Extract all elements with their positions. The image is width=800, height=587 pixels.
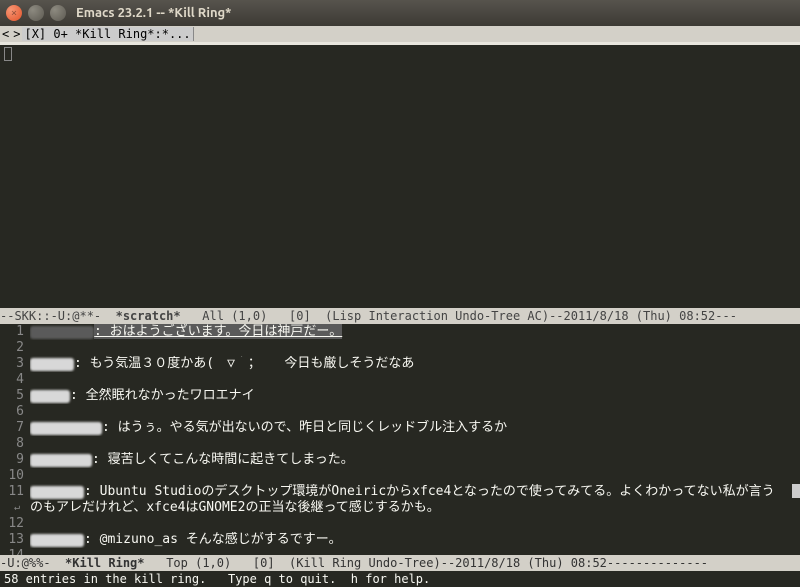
- redacted-username: .: [30, 486, 84, 499]
- line-content: [30, 404, 800, 420]
- line-number: 5: [0, 388, 24, 404]
- line-content: .: もう気温３０度かあ( ▽｀； 今日も厳しそうだなあ: [30, 356, 800, 372]
- kill-ring-modeline[interactable]: -U:@%%- *Kill Ring* Top (1,0) [0] (Kill …: [0, 555, 800, 571]
- kill-ring-line[interactable]: 11.: Ubuntu Studioのデスクトップ環境がOneiricからxfc…: [0, 484, 800, 500]
- line-number: 11: [0, 484, 24, 500]
- maximize-icon[interactable]: [50, 5, 66, 21]
- line-text: : はうぅ。やる気が出ないので、昨日と同じくレッドブル注入するか: [102, 420, 507, 435]
- kill-ring-line[interactable]: 6: [0, 404, 800, 420]
- wrap-indicator: [792, 484, 800, 498]
- line-number: 7: [0, 420, 24, 436]
- redacted-username: .: [30, 390, 70, 403]
- minimize-icon[interactable]: [28, 5, 44, 21]
- redacted-username: .: [30, 358, 74, 371]
- line-content: .: @mizuno_as そんな感じがするですー。: [30, 532, 800, 548]
- titlebar: × Emacs 23.2.1 -- *Kill Ring*: [0, 0, 800, 26]
- line-content: [30, 468, 800, 484]
- line-number: 2: [0, 340, 24, 356]
- line-text: のもアレだけれど、xfce4はGNOME2の正当な後継って感じするかも。: [30, 500, 440, 515]
- line-number: 8: [0, 436, 24, 452]
- line-content: のもアレだけれど、xfce4はGNOME2の正当な後継って感じするかも。: [30, 500, 800, 516]
- kill-ring-line[interactable]: ↵ のもアレだけれど、xfce4はGNOME2の正当な後継って感じするかも。: [0, 500, 800, 516]
- tab-bar[interactable]: <>[X] 0+ *Kill Ring*:*...: [0, 26, 800, 42]
- kill-ring-line[interactable]: 12: [0, 516, 800, 532]
- kill-ring-line[interactable]: 10: [0, 468, 800, 484]
- close-icon[interactable]: ×: [6, 5, 22, 21]
- redacted-username: .: [30, 326, 94, 339]
- kill-ring-line[interactable]: 1.: おはようございます。今日は神戸だー。: [0, 324, 800, 340]
- redacted-username: .: [30, 422, 102, 435]
- scratch-modeline[interactable]: --SKK::-U:@**- *scratch* All (1,0) [0] (…: [0, 308, 800, 324]
- line-number: 9: [0, 452, 24, 468]
- line-content: .: 寝苦しくてこんな時間に起きてしまった。: [30, 452, 800, 468]
- kill-ring-line[interactable]: 7.: はうぅ。やる気が出ないので、昨日と同じくレッドブル注入するか: [0, 420, 800, 436]
- text-cursor: [4, 47, 12, 61]
- kill-ring-line[interactable]: 9.: 寝苦しくてこんな時間に起きてしまった。: [0, 452, 800, 468]
- tab-next-arrow[interactable]: >: [11, 27, 22, 41]
- redacted-username: .: [30, 534, 84, 547]
- line-number: 1: [0, 324, 24, 340]
- continuation-icon: ↵: [14, 500, 20, 516]
- kill-ring-buffer[interactable]: 1.: おはようございます。今日は神戸だー。23.: もう気温３０度かあ( ▽｀…: [0, 324, 800, 555]
- line-number: 3: [0, 356, 24, 372]
- kill-ring-line[interactable]: 14: [0, 548, 800, 555]
- line-number: 6: [0, 404, 24, 420]
- tab-kill-ring[interactable]: [X] 0+ *Kill Ring*:*...: [22, 27, 193, 41]
- line-content: [30, 340, 800, 356]
- echo-area: 58 entries in the kill ring. Type q to q…: [0, 571, 800, 587]
- editor-frame: <>[X] 0+ *Kill Ring*:*... --SKK::-U:@**-…: [0, 26, 800, 587]
- line-content: [30, 372, 800, 388]
- line-content: .: はうぅ。やる気が出ないので、昨日と同じくレッドブル注入するか: [30, 420, 800, 436]
- kill-ring-line[interactable]: 3.: もう気温３０度かあ( ▽｀； 今日も厳しそうだなあ: [0, 356, 800, 372]
- line-text: : Ubuntu Studioのデスクトップ環境がOneiricからxfce4と…: [84, 484, 775, 499]
- line-content: [30, 436, 800, 452]
- line-text: : 寝苦しくてこんな時間に起きてしまった。: [92, 452, 354, 467]
- scratch-buffer[interactable]: [0, 45, 800, 308]
- line-content: .: 全然眠れなかったワロエナイ: [30, 388, 800, 404]
- tab-prev-arrow[interactable]: <: [0, 27, 11, 41]
- line-number: [0, 500, 24, 516]
- line-content: [30, 548, 800, 555]
- kill-ring-line[interactable]: 8: [0, 436, 800, 452]
- line-content: [30, 516, 800, 532]
- line-number: 14: [0, 548, 24, 555]
- line-text: : おはようございます。今日は神戸だー。: [94, 324, 342, 339]
- line-number: 4: [0, 372, 24, 388]
- line-content: .: Ubuntu Studioのデスクトップ環境がOneiricからxfce4…: [30, 484, 800, 500]
- kill-ring-line[interactable]: 5.: 全然眠れなかったワロエナイ: [0, 388, 800, 404]
- window-controls: ×: [6, 5, 66, 21]
- line-number: 12: [0, 516, 24, 532]
- window-title: Emacs 23.2.1 -- *Kill Ring*: [76, 6, 231, 20]
- line-content: .: おはようございます。今日は神戸だー。: [30, 324, 800, 340]
- kill-ring-line[interactable]: 2: [0, 340, 800, 356]
- line-number: 10: [0, 468, 24, 484]
- line-text: : 全然眠れなかったワロエナイ: [70, 388, 255, 403]
- modeline-buffer-name: *scratch*: [116, 309, 181, 323]
- kill-ring-line[interactable]: 4: [0, 372, 800, 388]
- line-number: 13: [0, 532, 24, 548]
- line-text: : もう気温３０度かあ( ▽｀； 今日も厳しそうだなあ: [74, 356, 414, 371]
- line-text: : @mizuno_as そんな感じがするですー。: [84, 532, 342, 547]
- redacted-username: .: [30, 454, 92, 467]
- kill-ring-line[interactable]: 13.: @mizuno_as そんな感じがするですー。: [0, 532, 800, 548]
- modeline-buffer-name: *Kill Ring*: [65, 556, 144, 570]
